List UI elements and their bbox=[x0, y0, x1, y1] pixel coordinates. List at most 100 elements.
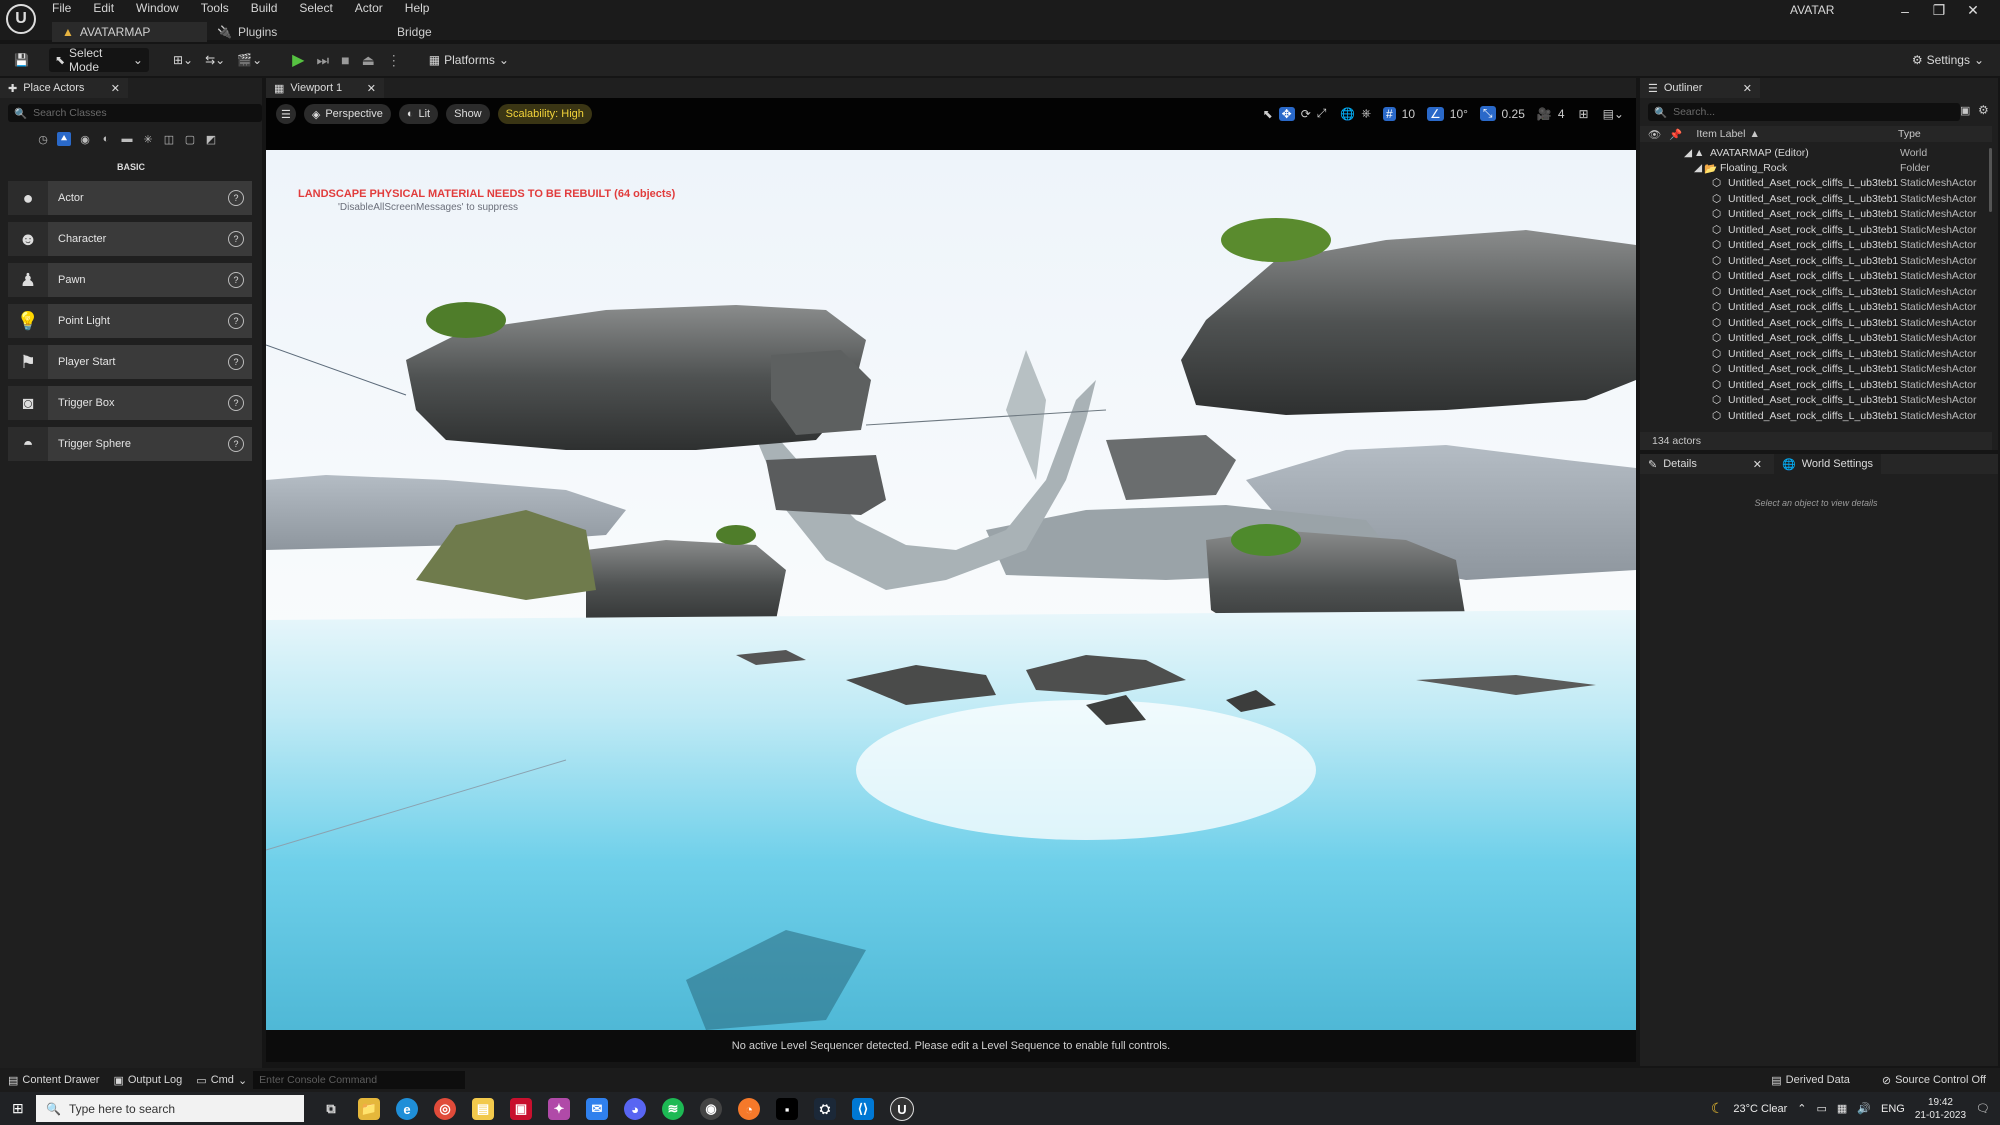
vscode-icon[interactable]: ⟨⟩ bbox=[852, 1098, 874, 1120]
tree-row-mesh-actor[interactable]: ⬡ Untitled_Aset_rock_cliffs_L_ub3teb1 Stat… bbox=[1640, 394, 1992, 409]
outliner-search-input[interactable]: 🔍 Search... bbox=[1648, 103, 1960, 121]
lit-button[interactable]: ◐ Lit bbox=[398, 104, 439, 124]
cinematic-icon[interactable]: ▬ bbox=[120, 132, 134, 146]
weather-text[interactable]: 23°C Clear bbox=[1733, 1103, 1787, 1115]
help-icon[interactable]: ? bbox=[228, 190, 244, 206]
network-icon[interactable]: ▦ bbox=[1837, 1102, 1847, 1115]
cmd-dropdown[interactable]: ▭ Cmd ⌄ bbox=[196, 1074, 247, 1087]
search-classes-input[interactable]: 🔍 Search Classes bbox=[8, 104, 262, 122]
stop-icon[interactable]: ■ bbox=[335, 48, 355, 72]
battery-icon[interactable]: ▭ bbox=[1817, 1102, 1827, 1115]
tab-place-actors[interactable]: ✚ Place Actors ✕ bbox=[0, 78, 128, 98]
tree-row-mesh-actor[interactable]: ⬡ Untitled_Aset_rock_cliffs_L_ub3teb1 Stat… bbox=[1640, 301, 1992, 316]
scale-snap-icon[interactable]: ⤡ bbox=[1479, 106, 1496, 121]
viewport-menu-icon[interactable]: ☰ bbox=[276, 104, 296, 124]
platforms-dropdown[interactable]: ▦ Platforms ⌄ bbox=[423, 48, 515, 72]
blueprint-icon[interactable]: ⇆⌄ bbox=[199, 48, 231, 72]
red-app-icon[interactable]: ▣ bbox=[510, 1098, 532, 1120]
select-mode-dropdown[interactable]: ⬉ Select Mode ⌄ bbox=[48, 46, 149, 74]
save-icon[interactable]: 💾 bbox=[8, 48, 35, 72]
store-icon[interactable]: ▤ bbox=[472, 1098, 494, 1120]
tree-row-mesh-actor[interactable]: ⬡ Untitled_Aset_rock_cliffs_L_ub3teb1 Stat… bbox=[1640, 177, 1992, 192]
tab-avatarmap[interactable]: ▲ AVATARMAP bbox=[52, 22, 207, 42]
tab-world-settings[interactable]: 🌐 World Settings bbox=[1774, 454, 1882, 474]
clock[interactable]: 19:42 21-01-2023 bbox=[1915, 1096, 1966, 1122]
actor-item-player-start[interactable]: ⚑ Player Start ? bbox=[8, 345, 252, 379]
add-actor-icon[interactable]: ⊞⌄ bbox=[167, 48, 199, 72]
tree-row-mesh-actor[interactable]: ⬡ Untitled_Aset_rock_cliffs_L_ub3teb1 Stat… bbox=[1640, 348, 1992, 363]
visual-effects-icon[interactable]: ✳ bbox=[141, 132, 155, 146]
restore-button[interactable]: ❐ bbox=[1922, 2, 1956, 19]
lights-icon[interactable]: ◉ bbox=[78, 132, 92, 146]
derived-data-button[interactable]: ▤ Derived Data bbox=[1771, 1074, 1850, 1087]
settings-dropdown[interactable]: ⚙ Settings ⌄ bbox=[1906, 48, 1990, 72]
world-space-icon[interactable]: 🌐 bbox=[1340, 107, 1355, 121]
menu-build[interactable]: Build bbox=[251, 1, 278, 15]
help-icon[interactable]: ? bbox=[228, 354, 244, 370]
outliner-scrollbar[interactable] bbox=[1989, 148, 1992, 212]
obs-icon[interactable]: ◉ bbox=[700, 1098, 722, 1120]
level-viewport[interactable]: ☰ ◈ Perspective ◐ Lit Show Scalability: … bbox=[266, 98, 1636, 1062]
camera-speed-value[interactable]: 4 bbox=[1558, 107, 1565, 121]
tree-row-mesh-actor[interactable]: ⬡ Untitled_Aset_rock_cliffs_L_ub3teb1 Stat… bbox=[1640, 332, 1992, 347]
tree-row-mesh-actor[interactable]: ⬡ Untitled_Aset_rock_cliffs_L_ub3teb1 Stat… bbox=[1640, 410, 1992, 425]
rotation-snap-value[interactable]: 10° bbox=[1450, 107, 1468, 121]
tree-row-mesh-actor[interactable]: ⬡ Untitled_Aset_rock_cliffs_L_ub3teb1 Stat… bbox=[1640, 239, 1992, 254]
menu-tools[interactable]: Tools bbox=[201, 1, 229, 15]
menu-window[interactable]: Window bbox=[136, 1, 179, 15]
translate-tool-icon[interactable]: ✥ bbox=[1278, 106, 1295, 121]
step-icon[interactable]: ⏭ bbox=[310, 48, 335, 72]
column-item-label[interactable]: Item Label bbox=[1696, 128, 1745, 140]
task-view-icon[interactable]: ⧉ bbox=[320, 1098, 342, 1120]
select-tool-icon[interactable]: ⬉ bbox=[1263, 107, 1273, 121]
actor-item-pawn[interactable]: ♟ Pawn ? bbox=[8, 263, 252, 297]
unreal-engine-task-icon[interactable]: U bbox=[890, 1097, 914, 1121]
shapes-icon[interactable]: ◐ bbox=[99, 132, 113, 146]
windows-start-icon[interactable]: ⊞ bbox=[12, 1100, 24, 1117]
recent-icon[interactable]: ◷ bbox=[36, 132, 50, 146]
menu-edit[interactable]: Edit bbox=[93, 1, 114, 15]
column-type[interactable]: Type bbox=[1898, 128, 1921, 140]
help-icon[interactable]: ? bbox=[228, 395, 244, 411]
content-drawer-button[interactable]: ▤ Content Drawer bbox=[8, 1074, 99, 1087]
output-log-button[interactable]: ▣ Output Log bbox=[113, 1074, 182, 1087]
expand-arrow-icon[interactable]: ◢ bbox=[1694, 162, 1702, 174]
file-explorer-icon[interactable]: 📁 bbox=[358, 1098, 380, 1120]
gear-icon[interactable]: ⚙ bbox=[1978, 103, 1989, 117]
tab-bridge[interactable]: Bridge bbox=[387, 22, 442, 42]
actor-item-trigger-sphere[interactable]: ◓ Trigger Sphere ? bbox=[8, 427, 252, 461]
actor-item-character[interactable]: ☻ Character ? bbox=[8, 222, 252, 256]
close-button[interactable]: ✕ bbox=[1956, 2, 1990, 19]
spotify-icon[interactable]: ≋ bbox=[662, 1098, 684, 1120]
steam-icon[interactable]: ⛭ bbox=[814, 1098, 836, 1120]
help-icon[interactable]: ? bbox=[228, 313, 244, 329]
tree-row-mesh-actor[interactable]: ⬡ Untitled_Aset_rock_cliffs_L_ub3teb1 Stat… bbox=[1640, 270, 1992, 285]
camera-speed-icon[interactable]: 🎥 bbox=[1537, 107, 1552, 121]
actor-item-actor[interactable]: ● Actor ? bbox=[8, 181, 252, 215]
console-command-input[interactable]: Enter Console Command bbox=[253, 1071, 466, 1089]
grid-snap-value[interactable]: 10 bbox=[1402, 107, 1415, 121]
eject-icon[interactable]: ⏏ bbox=[356, 48, 381, 72]
tree-row-mesh-actor[interactable]: ⬡ Untitled_Aset_rock_cliffs_L_ub3teb1 Stat… bbox=[1640, 363, 1992, 378]
help-icon[interactable]: ? bbox=[228, 231, 244, 247]
tree-row-mesh-actor[interactable]: ⬡ Untitled_Aset_rock_cliffs_L_ub3teb1 Stat… bbox=[1640, 193, 1992, 208]
expand-arrow-icon[interactable]: ◢ bbox=[1684, 147, 1692, 159]
close-icon[interactable]: ✕ bbox=[111, 82, 120, 95]
tree-row-mesh-actor[interactable]: ⬡ Untitled_Aset_rock_cliffs_L_ub3teb1 Stat… bbox=[1640, 286, 1992, 301]
surface-snap-icon[interactable]: ⎈ bbox=[1361, 106, 1371, 121]
tree-row-world[interactable]: ◢ ▲ AVATARMAP (Editor) World bbox=[1640, 147, 1992, 162]
maximize-viewport-icon[interactable]: ⊞ bbox=[1579, 107, 1589, 121]
jetbrains-icon[interactable]: ▪ bbox=[776, 1098, 798, 1120]
mail-icon[interactable]: ✉ bbox=[586, 1098, 608, 1120]
menu-actor[interactable]: Actor bbox=[355, 1, 383, 15]
menu-file[interactable]: File bbox=[52, 1, 71, 15]
all-classes-icon[interactable]: ◩ bbox=[204, 132, 218, 146]
actor-item-point-light[interactable]: 💡 Point Light ? bbox=[8, 304, 252, 338]
tree-row-folder[interactable]: ◢ 📂 Floating_Rock Folder bbox=[1640, 162, 1992, 177]
weather-icon[interactable]: ☾ bbox=[1711, 1100, 1724, 1117]
close-icon[interactable]: ✕ bbox=[1753, 458, 1762, 471]
volume-icon[interactable]: 🔊 bbox=[1857, 1102, 1871, 1115]
language-indicator[interactable]: ENG bbox=[1881, 1103, 1905, 1115]
grid-snap-icon[interactable]: # bbox=[1382, 106, 1396, 121]
perspective-button[interactable]: ◈ Perspective bbox=[303, 104, 391, 124]
